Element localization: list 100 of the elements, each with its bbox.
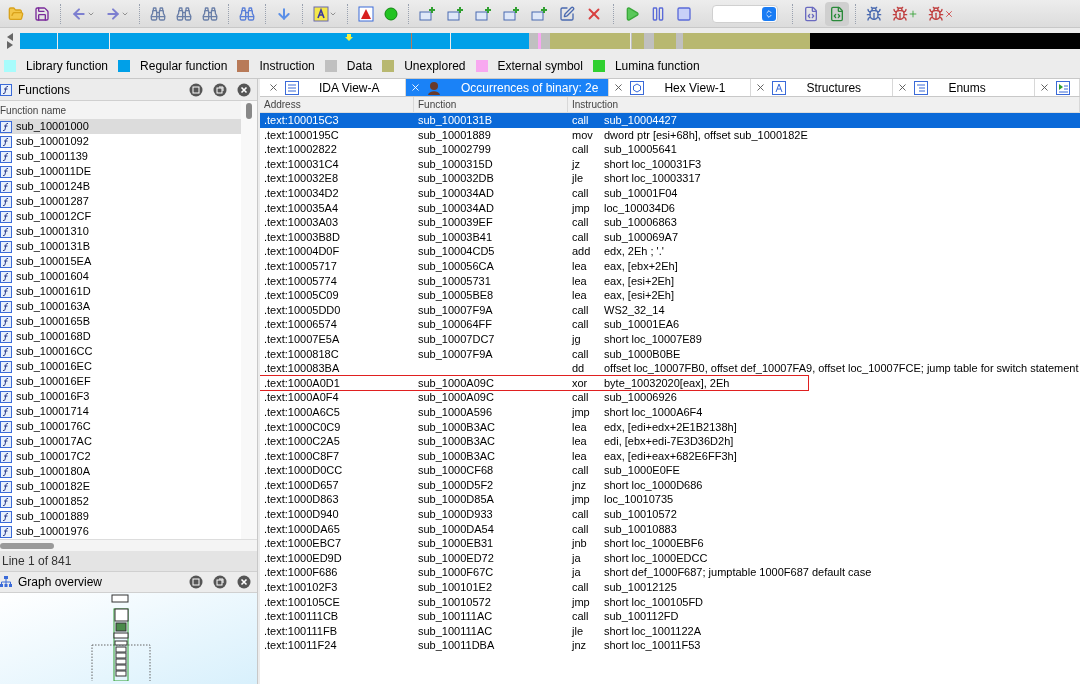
table-row[interactable]: .text:1000DA65 sub_1000DA54 call sub_10010883 (260, 521, 1080, 537)
close-icon[interactable] (237, 82, 251, 97)
table-row[interactable]: .text:100035A4 sub_100034AD jmp loc_100034D6 (260, 200, 1080, 216)
table-row[interactable]: .text:100031C4 sub_1000315D jz short loc_100031F3 (260, 156, 1080, 172)
function-list-item[interactable]: sub_1000168D (0, 329, 241, 344)
table-row[interactable]: .text:1000ED9D sub_1000ED72 ja short loc_1000EDCC (260, 550, 1080, 566)
close-icon[interactable] (1039, 82, 1051, 93)
table-row[interactable]: .text:100032E8 sub_100032DB jle short loc_10003317 (260, 171, 1080, 186)
minimize-icon[interactable] (189, 82, 203, 97)
function-icon (0, 285, 12, 298)
function-list-item[interactable]: sub_100016CC (0, 344, 241, 359)
right-arrow-icon[interactable] (6, 41, 14, 49)
table-row[interactable]: .text:1000C0C9 sub_1000B3AC lea edx, [edi+edx+2E1B2138h] (260, 419, 1080, 435)
tab[interactable]: Occurrences of binary: 2e (406, 79, 610, 96)
function-list-item[interactable]: sub_1000131B (0, 239, 241, 254)
scrollbar-thumb[interactable] (246, 103, 252, 119)
table-row[interactable]: .text:1000818C sub_10007F9A call sub_1000B0BE (260, 346, 1080, 362)
column-header[interactable]: Address (260, 97, 414, 112)
function-list-item[interactable]: sub_10001000 (0, 119, 241, 134)
function-list-item[interactable]: sub_100016F3 (0, 389, 241, 404)
address-text: .text:1000195C (263, 127, 340, 143)
table-row[interactable]: .text:1000C2A5 sub_1000B3AC lea edi, [ebx+edi-7E3D36D2h] (260, 434, 1080, 449)
tab[interactable]: Enums (893, 79, 1036, 96)
minimize-icon[interactable] (189, 575, 203, 589)
close-icon[interactable] (237, 575, 251, 589)
table-row[interactable]: .text:10005774 sub_10005731 lea eax, [esi+2Eh] (260, 273, 1080, 289)
function-list-item[interactable]: sub_10001287 (0, 194, 241, 209)
function-list-item[interactable]: sub_10001604 (0, 269, 241, 284)
table-row[interactable]: .text:100105CE sub_10010572 jmp short loc_100105FD (260, 594, 1080, 610)
function-list-item[interactable]: sub_10001310 (0, 224, 241, 239)
table-row[interactable]: .text:10011F24 sub_10011DBA jnz short loc_10011F53 (260, 638, 1080, 653)
function-name-text: sub_1000B3AC (418, 449, 496, 462)
table-row[interactable]: .text:1000D0CC sub_1000CF68 call sub_1000E0FE (260, 463, 1080, 478)
table-row[interactable]: .text:10005C09 sub_10005BE8 lea eax, [esi+2Eh] (260, 288, 1080, 303)
function-list-item[interactable]: sub_100017AC (0, 434, 241, 449)
column-header[interactable]: Function (414, 97, 568, 112)
function-list-item[interactable]: sub_1000165B (0, 314, 241, 329)
function-list-item[interactable]: sub_1000163A (0, 299, 241, 314)
function-list-item[interactable]: sub_100016EC (0, 359, 241, 374)
table-row[interactable]: .text:1000A6C5 sub_1000A596 jmp short loc_1000A6F4 (260, 404, 1080, 420)
table-row[interactable]: .text:10005717 sub_100056CA lea eax, [ebx+2Eh] (260, 258, 1080, 274)
table-row[interactable]: .text:1000A0D1 sub_1000A09C xor byte_10032020[eax], 2Eh (260, 375, 808, 391)
float-icon[interactable] (213, 575, 227, 589)
table-row[interactable]: .text:1000D940 sub_1000D933 call sub_10010572 (260, 507, 1080, 522)
instruction-text: call sub_1000B0BE (571, 346, 681, 362)
close-icon[interactable] (268, 82, 279, 93)
left-arrow-icon[interactable] (6, 33, 14, 41)
table-row[interactable]: .text:1000C8F7 sub_1000B3AC lea eax, [edi+eax+682E6FF3h] (260, 448, 1080, 464)
table-row[interactable]: .text:1000A0F4 sub_1000A09C call sub_10006926 (260, 390, 1080, 405)
tab[interactable]: Hex View-1 (609, 79, 752, 96)
address-text: .text:100035A4 (263, 200, 339, 216)
function-list-item[interactable]: sub_10001714 (0, 404, 241, 419)
table-row[interactable]: .text:1000F686 sub_1000F67C ja short def_1000F687; jumptable 1000F687 default case (260, 565, 1080, 580)
function-list-item[interactable]: sub_1000180A (0, 464, 241, 479)
dropdown-field[interactable] (712, 4, 778, 23)
table-row[interactable]: .text:1000EBC7 sub_1000EB31 jnb short loc_1000EBF6 (260, 536, 1080, 551)
table-row[interactable]: .text:100111FB sub_100111AC jle short loc_1001122A (260, 623, 1080, 639)
function-list-item[interactable]: sub_1000176C (0, 419, 241, 434)
table-row[interactable]: .text:100034D2 sub_100034AD call sub_10001F04 (260, 185, 1080, 201)
table-row[interactable]: .text:100102F3 sub_100101E2 call sub_10012125 (260, 580, 1080, 595)
table-row[interactable]: .text:100083BA dd offset loc_10007FB0, offset def_10007FA9, offset loc_10007FCE; jump table for switch statement (260, 361, 1080, 376)
close-icon[interactable] (755, 82, 767, 93)
navigation-band-drawing[interactable] (20, 33, 1080, 49)
table-row[interactable]: .text:1000D863 sub_1000D85A jmp loc_10010735 (260, 492, 1080, 508)
close-icon[interactable] (410, 82, 421, 93)
table-row[interactable]: .text:1000D657 sub_1000D5F2 jnz short loc_1000D686 (260, 477, 1080, 493)
table-row[interactable]: .text:1000195C sub_10001889 mov dword ptr [esi+68h], offset sub_1000182E (260, 127, 1080, 143)
address-text: .text:1000C0C9 (263, 419, 342, 435)
table-row[interactable]: .text:10003B8D sub_10003B41 call sub_100069A7 (260, 229, 1080, 245)
function-list-item[interactable]: sub_100016EF (0, 374, 241, 389)
column-header[interactable]: Function name (0, 101, 241, 119)
stepper-icon[interactable] (764, 8, 774, 19)
function-list-item[interactable]: sub_10001889 (0, 509, 241, 524)
function-list-item[interactable]: sub_10001976 (0, 524, 241, 539)
function-list-item[interactable]: sub_100017C2 (0, 449, 241, 464)
function-list-item[interactable]: sub_100015EA (0, 254, 241, 269)
function-list-item[interactable]: sub_10001092 (0, 134, 241, 149)
function-list-item[interactable]: sub_10001139 (0, 149, 241, 164)
table-row[interactable]: .text:10005DD0 sub_10007F9A call WS2_32_14 (260, 302, 1080, 318)
table-row[interactable]: .text:10004D0F sub_10004CD5 add edx, 2Eh ; '.' (260, 244, 1080, 259)
function-list-item[interactable]: sub_100012CF (0, 209, 241, 224)
function-list-item[interactable]: sub_1000124B (0, 179, 241, 194)
close-icon[interactable] (897, 82, 909, 93)
table-row[interactable]: .text:10007E5A sub_10007DC7 jg short loc_10007E89 (260, 331, 1080, 347)
table-row[interactable]: .text:10002822 sub_10002799 call sub_10005641 (260, 142, 1080, 157)
table-row[interactable]: .text:10003A03 sub_100039EF call sub_10006863 (260, 215, 1080, 230)
function-list-item[interactable]: sub_100011DE (0, 164, 241, 179)
tab[interactable]: Structures (751, 79, 894, 96)
float-icon[interactable] (213, 82, 227, 97)
close-icon[interactable] (613, 82, 625, 93)
tab[interactable]: IDA View-A (264, 79, 406, 96)
scrollbar-thumb[interactable] (0, 542, 54, 549)
column-header[interactable]: Instruction (568, 97, 1080, 112)
function-list-item[interactable]: sub_1000182E (0, 479, 241, 494)
table-row[interactable]: .text:100111CB sub_100111AC call sub_100112FD (260, 609, 1080, 624)
function-list-item[interactable]: sub_10001852 (0, 494, 241, 509)
function-name-text: sub_10004CD5 (418, 245, 495, 258)
function-list-item[interactable]: sub_1000161D (0, 284, 241, 299)
table-row[interactable]: .text:100015C3 sub_1000131B call sub_10004427 (260, 113, 1080, 128)
table-row[interactable]: .text:10006574 sub_100064FF call sub_10001EA6 (260, 317, 1080, 332)
